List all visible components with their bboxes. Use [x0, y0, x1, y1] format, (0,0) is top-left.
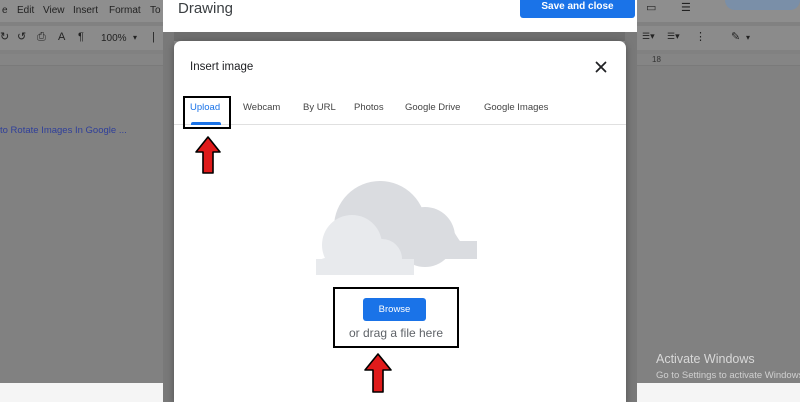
zoom-select[interactable]: 100% — [101, 33, 127, 44]
comment-icon[interactable]: ▭ — [646, 3, 656, 14]
menu-insert[interactable]: Insert — [73, 5, 98, 16]
close-icon — [595, 61, 607, 73]
indent-icon[interactable]: ☰▾ — [667, 32, 680, 41]
drawing-header: Drawing Save and close — [163, 0, 637, 32]
drawing-toolbar-strip — [163, 32, 637, 41]
activate-windows-title: Activate Windows — [656, 352, 755, 366]
browse-button[interactable]: Browse — [363, 298, 426, 321]
red-arrow-up-icon — [195, 136, 221, 174]
tab-bar: Upload Webcam By URL Photos Google Drive… — [174, 93, 626, 125]
menu-view[interactable]: View — [43, 5, 65, 16]
upload-tab-highlight-box — [183, 96, 231, 129]
chevron-down-icon[interactable]: ▾ — [746, 34, 750, 42]
paint-format-icon[interactable]: ¶ — [78, 32, 84, 43]
activate-windows-subtitle: Go to Settings to activate Windows. — [656, 370, 800, 381]
share-button[interactable] — [725, 0, 800, 10]
cloud-upload-icon — [316, 181, 477, 275]
menu-format[interactable]: Format — [109, 5, 141, 16]
toolbar-divider: | — [152, 31, 155, 43]
close-button[interactable] — [592, 58, 610, 76]
list-icon[interactable]: ☰ — [681, 3, 691, 14]
drag-file-hint: or drag a file here — [348, 326, 444, 340]
dialog-title: Insert image — [190, 61, 254, 73]
tab-google-images[interactable]: Google Images — [484, 102, 548, 113]
drawing-canvas-right — [625, 32, 637, 402]
print-icon[interactable]: ⎙ — [37, 32, 46, 43]
redo-icon[interactable]: ↻ — [0, 32, 9, 43]
tab-by-url[interactable]: By URL — [303, 102, 336, 113]
ruler-number: 18 — [652, 55, 661, 64]
align-icon[interactable]: ☰▾ — [642, 32, 655, 41]
tab-webcam[interactable]: Webcam — [243, 102, 280, 113]
spellcheck-icon[interactable]: A — [58, 32, 65, 43]
pencil-icon[interactable]: ✎ — [731, 32, 740, 43]
document-link[interactable]: to Rotate Images In Google ... — [0, 125, 127, 136]
menu-tools[interactable]: To — [150, 5, 161, 16]
menu-file[interactable]: e — [2, 5, 8, 16]
more-icon[interactable]: ⋮ — [695, 32, 706, 43]
red-arrow-up-icon — [364, 353, 392, 393]
drawing-canvas-left — [163, 32, 174, 402]
undo-icon[interactable]: ↺ — [17, 32, 26, 43]
menu-edit[interactable]: Edit — [17, 5, 34, 16]
tab-google-drive[interactable]: Google Drive — [405, 102, 460, 113]
drawing-title: Drawing — [178, 0, 234, 17]
tab-photos[interactable]: Photos — [354, 102, 384, 113]
chevron-down-icon[interactable]: ▾ — [133, 34, 137, 42]
save-and-close-button[interactable]: Save and close — [520, 0, 635, 18]
insert-image-dialog: Insert image Upload Webcam By URL Photos… — [174, 41, 626, 402]
